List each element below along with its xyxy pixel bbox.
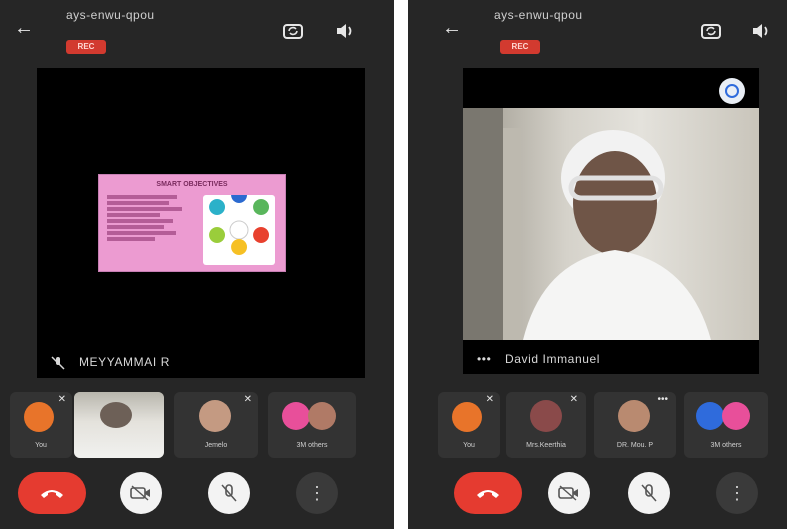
phone-hangup-icon: [41, 490, 63, 498]
speaker-name-row: MEYYAMMAI R: [51, 355, 170, 370]
slide-title: SMART OBJECTIVES: [156, 181, 228, 188]
recording-badge: REC: [66, 40, 106, 54]
person-video-feed: [463, 108, 711, 340]
mic-off-icon: ✕: [569, 394, 578, 405]
speaker-icon[interactable]: [748, 18, 774, 44]
audio-level-icon: •••: [657, 394, 668, 405]
participant-strip: ✕ You ✕ Mrs.Keerthia ••• DR. Mou. P 3M o…: [408, 392, 787, 458]
camera-icon: [558, 485, 578, 501]
participant-name: 3M others: [710, 442, 742, 449]
participant-tile-others[interactable]: 3M others: [268, 392, 356, 458]
end-call-button[interactable]: [18, 472, 86, 514]
right-phone-screen: ← ays-enwu-qpou REC ••• David Immanuel ✕…: [408, 0, 787, 529]
image-divider: [394, 0, 408, 529]
speaker-name-row: ••• David Immanuel: [477, 352, 600, 366]
avatar: [696, 402, 724, 430]
top-bar: ← ays-enwu-qpou REC: [408, 0, 787, 62]
avatar: [722, 402, 750, 430]
participant-tile-video[interactable]: [74, 392, 164, 458]
participant-face: [100, 402, 132, 428]
more-vertical-icon: ⋮: [728, 483, 746, 503]
participant-name: Mrs.Keerthia: [526, 442, 566, 449]
speaker-icon[interactable]: [332, 18, 358, 44]
more-vertical-icon: ⋮: [308, 483, 326, 503]
back-arrow-icon[interactable]: ←: [442, 18, 462, 38]
smart-diagram-image: [203, 195, 275, 265]
avatar: [24, 402, 54, 432]
participant-tile-jemelo[interactable]: ✕ Jemelo: [174, 392, 258, 458]
mic-off-icon: [221, 484, 237, 502]
camera-switch-icon[interactable]: [698, 18, 724, 44]
avatar: [452, 402, 482, 432]
participant-name: You: [35, 442, 47, 449]
mic-off-icon: ✕: [485, 394, 494, 405]
shared-slide: SMART OBJECTIVES: [98, 174, 286, 272]
speaker-name: MEYYAMMAI R: [78, 355, 170, 370]
slide-body-text: [107, 193, 195, 243]
back-arrow-icon[interactable]: ←: [14, 18, 34, 38]
avatar: [530, 400, 562, 432]
mic-off-icon: [641, 484, 657, 502]
left-phone-screen: ← ays-enwu-qpou REC SMART OBJECTIVES MEY…: [0, 0, 394, 529]
participant-tile-you[interactable]: ✕ You: [10, 392, 72, 458]
meeting-code: ays-enwu-qpou: [66, 8, 155, 22]
participant-name: Jemelo: [204, 442, 228, 449]
call-controls: ⋮: [408, 468, 787, 518]
avatar: [618, 400, 650, 432]
camera-toggle-button[interactable]: [120, 472, 162, 514]
speaker-video: [463, 108, 759, 340]
participant-tile-keerthia[interactable]: ✕ Mrs.Keerthia: [506, 392, 586, 458]
camera-toggle-button[interactable]: [548, 472, 590, 514]
avatar: [199, 400, 231, 432]
participant-tile-you[interactable]: ✕ You: [438, 392, 500, 458]
mic-off-icon: ✕: [243, 394, 252, 405]
participant-name: 3M others: [296, 442, 328, 449]
recording-badge: REC: [500, 40, 540, 54]
more-options-button[interactable]: ⋮: [716, 472, 758, 514]
participant-name: DR. Mou. P: [616, 442, 654, 449]
participant-tile-others[interactable]: 3M others: [684, 392, 768, 458]
camera-icon: [130, 485, 150, 501]
top-bar: ← ays-enwu-qpou REC: [0, 0, 394, 62]
main-video-tile[interactable]: SMART OBJECTIVES MEYYAMMAI R: [37, 68, 365, 378]
mic-toggle-button[interactable]: [208, 472, 250, 514]
participant-strip: ✕ You ✕ Jemelo 3M others: [0, 392, 394, 458]
meeting-code: ays-enwu-qpou: [494, 8, 583, 22]
mic-toggle-button[interactable]: [628, 472, 670, 514]
speaker-name: David Immanuel: [504, 352, 601, 366]
audio-level-icon: •••: [477, 352, 492, 366]
mic-off-icon: [51, 356, 65, 370]
avatar: [282, 402, 310, 430]
avatar: [308, 402, 336, 430]
call-controls: ⋮: [0, 468, 394, 518]
phone-hangup-icon: [477, 490, 499, 498]
more-options-button[interactable]: ⋮: [296, 472, 338, 514]
pin-icon[interactable]: [719, 78, 745, 104]
participant-tile-mou[interactable]: ••• DR. Mou. P: [594, 392, 676, 458]
end-call-button[interactable]: [454, 472, 522, 514]
participant-name: You: [463, 442, 475, 449]
main-video-tile[interactable]: ••• David Immanuel: [463, 68, 759, 374]
camera-switch-icon[interactable]: [280, 18, 306, 44]
mic-off-icon: ✕: [57, 394, 66, 405]
